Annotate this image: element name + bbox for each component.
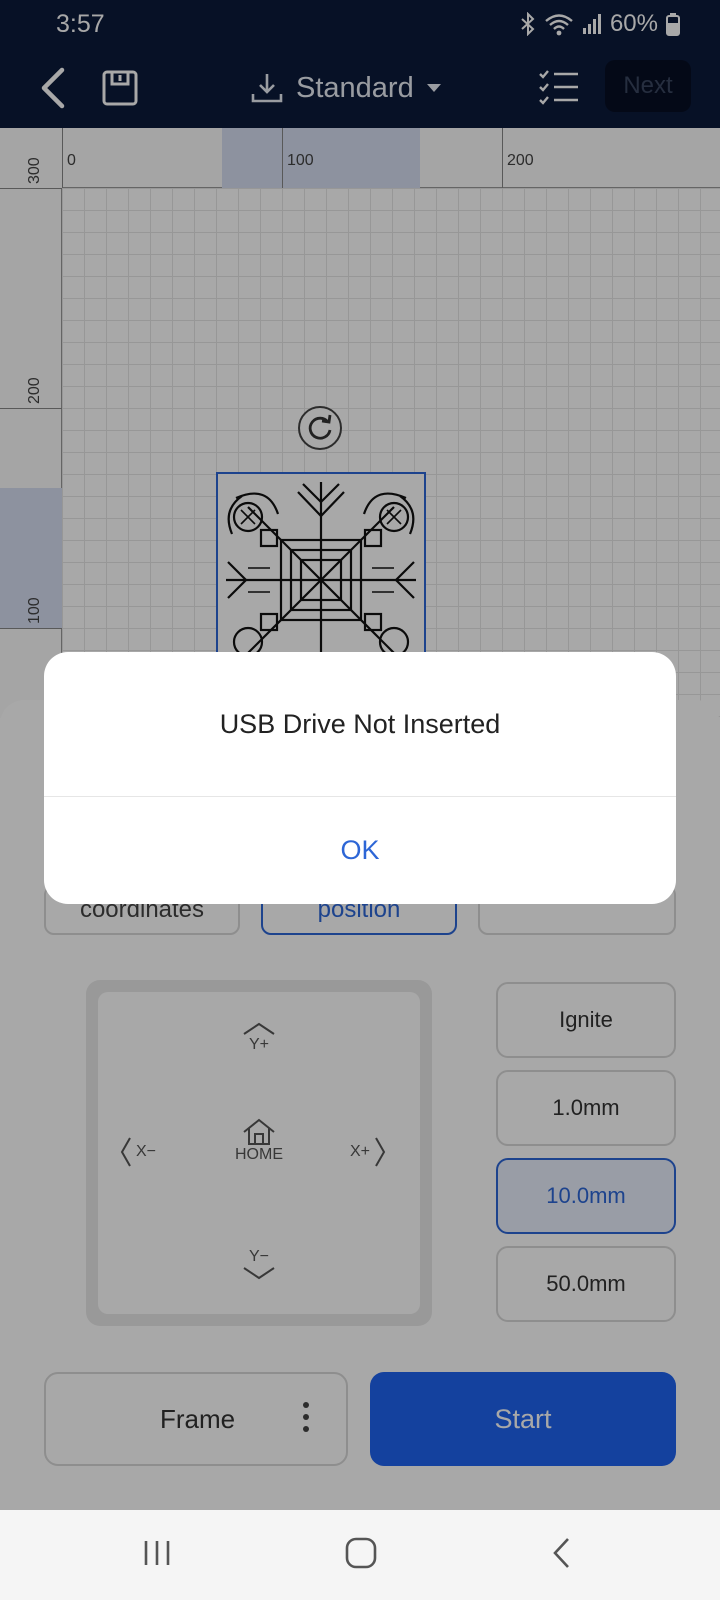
back-icon[interactable]: [550, 1536, 574, 1575]
recent-apps-icon[interactable]: [142, 1538, 172, 1573]
home-icon[interactable]: [344, 1536, 378, 1575]
dialog-ok-button[interactable]: OK: [44, 797, 676, 904]
system-nav-bar: [0, 1510, 720, 1600]
dialog-message: USB Drive Not Inserted: [219, 708, 501, 739]
alert-dialog: USB Drive Not Inserted OK: [44, 652, 676, 904]
